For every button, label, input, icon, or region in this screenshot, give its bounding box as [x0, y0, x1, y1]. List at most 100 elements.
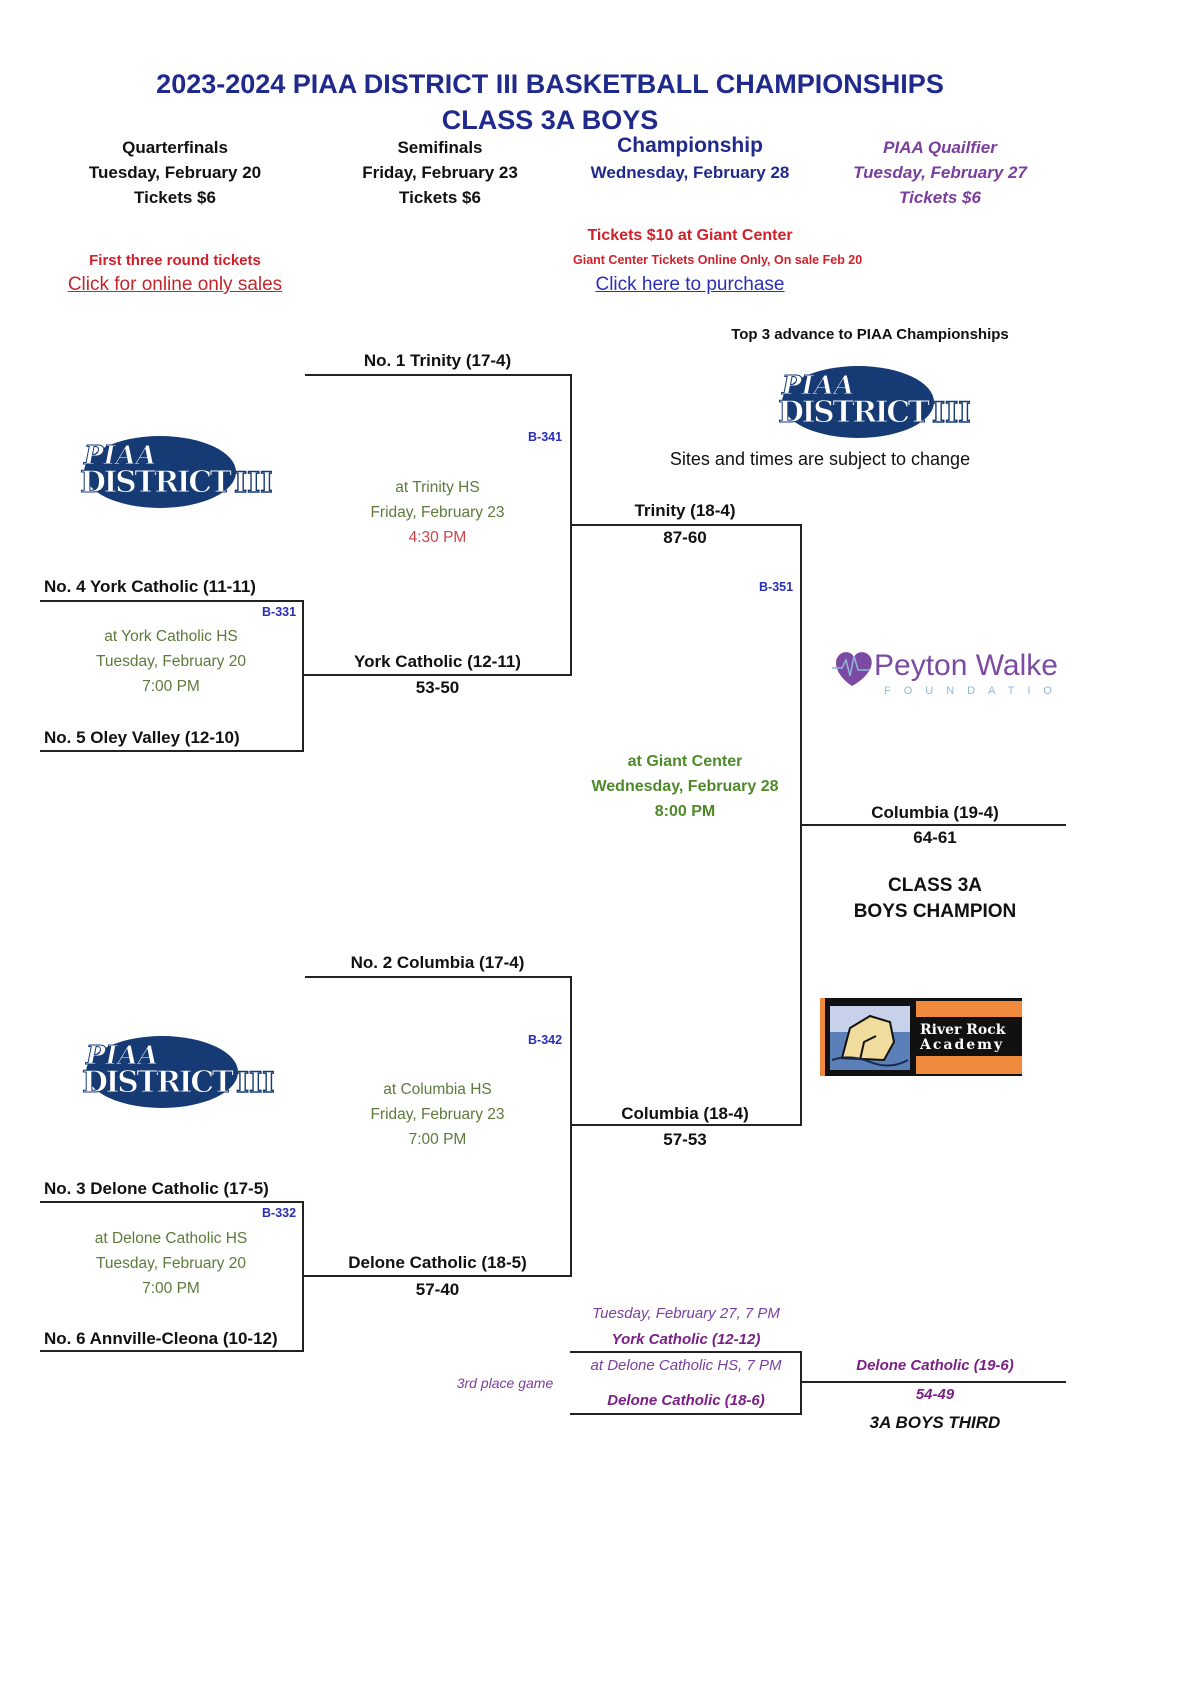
game-code-b331: B-331 — [262, 605, 297, 619]
bracket-line — [800, 1351, 802, 1415]
page-title: 2023-2024 PIAA DISTRICT III BASKETBALL C… — [0, 66, 1100, 138]
svg-text:Academy: Academy — [919, 1037, 1004, 1053]
bracket-line — [40, 1201, 304, 1203]
disclaimer: Sites and times are subject to change — [669, 449, 971, 469]
svg-text:DISTRICT: DISTRICT — [80, 465, 233, 500]
final-team-bottom: Columbia (18-4) — [621, 1104, 749, 1123]
sf2-venue-info: at Columbia HS Friday, February 23 7:00 … — [305, 1077, 570, 1152]
round-name: Quarterfinals — [122, 138, 228, 157]
online-sales-link[interactable]: Click for online only sales — [40, 274, 310, 296]
svg-text:III: III — [234, 466, 272, 499]
venue-name: at Columbia HS — [383, 1081, 492, 1098]
venue-time: 4:30 PM — [408, 529, 467, 546]
qf2-team-top: No. 3 Delone Catholic (17-5) — [44, 1179, 269, 1198]
qf1-team-bottom: No. 5 Oley Valley (12-10) — [44, 728, 240, 747]
svg-text:III: III — [236, 1066, 274, 1099]
sf1-score: 87-60 — [663, 528, 707, 547]
bracket-line — [570, 976, 572, 1276]
third-place-winner-label: 3A BOYS THIRD — [869, 1413, 1001, 1432]
peyton-walker-foundation-logo: Peyton Walker FOUNDATION — [830, 642, 1073, 698]
bracket-line — [305, 374, 572, 376]
bracket-line — [302, 674, 572, 676]
round-header-quarterfinals: Quarterfinals Tuesday, February 20 Ticke… — [40, 135, 310, 210]
round-tickets: Tickets $6 — [399, 188, 481, 207]
svg-text:FOUNDATION: FOUNDATION — [884, 685, 1060, 697]
svg-text:DISTRICT: DISTRICT — [82, 1065, 235, 1100]
venue-date: Friday, February 23 — [370, 1106, 505, 1123]
svg-text:River Rock: River Rock — [920, 1022, 1006, 1038]
bracket-line — [800, 824, 1066, 826]
title-line-2: CLASS 3A BOYS — [441, 105, 659, 135]
final-score: 64-61 — [913, 828, 957, 847]
sf2-score: 57-53 — [663, 1130, 707, 1149]
third-place-datetime: Tuesday, February 27, 7 PM — [592, 1305, 780, 1322]
venue-name: at York Catholic HS — [104, 628, 238, 645]
venue-date: Wednesday, February 28 — [591, 778, 779, 795]
round-tickets: Tickets $6 — [134, 188, 216, 207]
round-header-championship: Championship Wednesday, February 28 — [555, 132, 825, 185]
game-code-b342: B-342 — [528, 1033, 563, 1047]
bracket-line — [800, 1381, 1066, 1383]
round-date: Tuesday, February 27 — [853, 163, 1027, 182]
final-venue-info: at Giant Center Wednesday, February 28 8… — [570, 749, 800, 824]
third-place-score: 54-49 — [915, 1386, 955, 1403]
third-place-team-top: York Catholic (12-12) — [611, 1331, 761, 1348]
bracket-line — [570, 524, 802, 526]
venue-date: Tuesday, February 20 — [96, 1255, 246, 1272]
game-code-b341: B-341 — [528, 430, 563, 444]
third-place-team-bottom: Delone Catholic (18-6) — [607, 1392, 765, 1409]
bracket-line — [40, 750, 304, 752]
venue-time: 7:00 PM — [142, 678, 200, 695]
venue-time: 8:00 PM — [654, 803, 716, 820]
bracket-line — [302, 1275, 572, 1277]
venue-name: at Trinity HS — [395, 479, 480, 496]
giant-center-ticket-note: Giant Center Tickets Online Only, On sal… — [573, 253, 863, 267]
qf1-score: 53-50 — [415, 678, 460, 697]
round-date: Friday, February 23 — [362, 163, 518, 182]
round-date: Tuesday, February 20 — [88, 163, 262, 182]
championship-ticket-price: Tickets $10 at Giant Center — [587, 227, 793, 244]
sf2-team-top: No. 2 Columbia (17-4) — [350, 953, 525, 972]
round-name: PIAA Quailfier — [883, 138, 997, 157]
round-header-piaa-qualifier: PIAA Quailfier Tuesday, February 27 Tick… — [810, 135, 1070, 210]
game-code-b351: B-351 — [759, 580, 794, 594]
first-rounds-ticket-note: First three round tickets — [89, 252, 261, 269]
final-team-top: Trinity (18-4) — [634, 501, 736, 520]
piaa-district-logo: PIAA DISTRICT III — [770, 362, 972, 442]
venue-date: Friday, February 23 — [370, 504, 505, 521]
round-name: Championship — [617, 134, 763, 157]
third-place-winner: Delone Catholic (19-6) — [856, 1357, 1014, 1374]
venue-name: at Giant Center — [627, 753, 743, 770]
bracket-line — [40, 600, 304, 602]
bracket-line — [305, 976, 572, 978]
champion-label: CLASS 3A BOYS CHAMPION — [820, 873, 1050, 925]
round-header-semifinals: Semifinals Friday, February 23 Tickets $… — [305, 135, 575, 210]
svg-text:III: III — [932, 396, 970, 429]
qf1-venue-info: at York Catholic HS Tuesday, February 20… — [40, 624, 302, 699]
title-line-1: 2023-2024 PIAA DISTRICT III BASKETBALL C… — [156, 69, 944, 99]
venue-time: 7:00 PM — [142, 1280, 200, 1297]
svg-text:Peyton Walker: Peyton Walker — [874, 649, 1060, 682]
venue-date: Tuesday, February 20 — [96, 653, 246, 670]
round-date: Wednesday, February 28 — [590, 163, 790, 182]
game-code-b332: B-332 — [262, 1206, 297, 1220]
third-place-label: 3rd place game — [456, 1375, 554, 1391]
venue-name: at Delone Catholic HS — [94, 1230, 248, 1247]
piaa-district-logo: PIAA DISTRICT III — [74, 1032, 276, 1112]
sf1-team-bottom: York Catholic (12-11) — [354, 652, 521, 671]
bracket-line — [40, 1350, 304, 1352]
qf1-team-top: No. 4 York Catholic (11-11) — [44, 577, 256, 596]
venue-time: 7:00 PM — [408, 1131, 467, 1148]
round-name: Semifinals — [397, 138, 483, 157]
bracket-line — [570, 1124, 802, 1126]
purchase-link[interactable]: Click here to purchase — [555, 274, 825, 296]
qf2-score: 57-40 — [415, 1280, 460, 1299]
sf1-venue-info: at Trinity HS Friday, February 23 4:30 P… — [305, 475, 570, 550]
sf2-team-bottom: Delone Catholic (18-5) — [348, 1253, 527, 1272]
champion-label-line1: CLASS 3A — [888, 875, 982, 896]
bracket-line — [570, 1351, 802, 1353]
svg-text:DISTRICT: DISTRICT — [778, 395, 931, 430]
champion-team: Columbia (19-4) — [871, 803, 999, 822]
qf2-team-bottom: No. 6 Annville-Cleona (10-12) — [44, 1329, 278, 1348]
champion-label-line2: BOYS CHAMPION — [853, 901, 1017, 922]
